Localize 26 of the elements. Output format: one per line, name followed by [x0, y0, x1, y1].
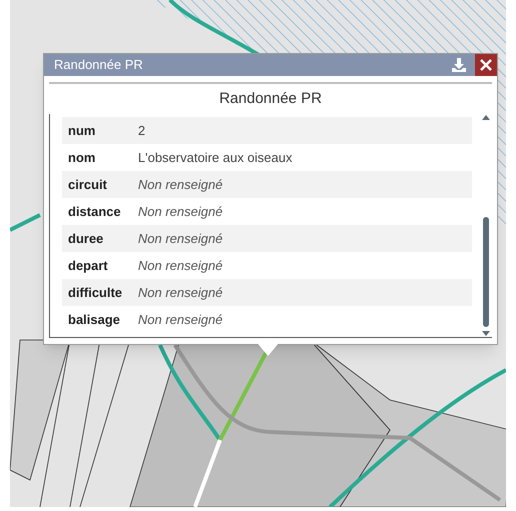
field-value: Non renseigné — [138, 284, 223, 302]
close-button[interactable] — [475, 54, 497, 76]
popup-title: Randonnée PR — [54, 56, 144, 74]
field-name: num — [67, 122, 96, 140]
field-name: circuit — [67, 176, 108, 194]
scroll-up-icon — [482, 115, 490, 120]
field-name: depart — [67, 256, 109, 275]
field-value: 2 — [138, 122, 146, 140]
field-name: distance — [67, 202, 122, 221]
download-button[interactable] — [449, 55, 469, 75]
field-value: L'observatoire aux oiseaux — [138, 148, 292, 167]
field-name: difficulte — [67, 284, 124, 302]
field-name: duree — [67, 230, 104, 248]
popup-heading: Randonnée PR — [218, 89, 323, 109]
field-name: balisage — [67, 310, 122, 329]
field-value: Non renseigné — [138, 202, 223, 221]
field-value: Non renseigné — [138, 256, 223, 275]
scrollbar[interactable] — [480, 114, 492, 337]
download-icon — [451, 57, 467, 73]
field-value: Non renseigné — [138, 176, 223, 194]
close-icon — [480, 59, 492, 71]
field-value: Non renseigné — [138, 310, 223, 329]
field-name: nom — [67, 148, 96, 167]
scroll-down-icon — [482, 331, 490, 336]
scroll-thumb[interactable] — [483, 217, 489, 327]
field-value: Non renseigné — [138, 230, 223, 248]
